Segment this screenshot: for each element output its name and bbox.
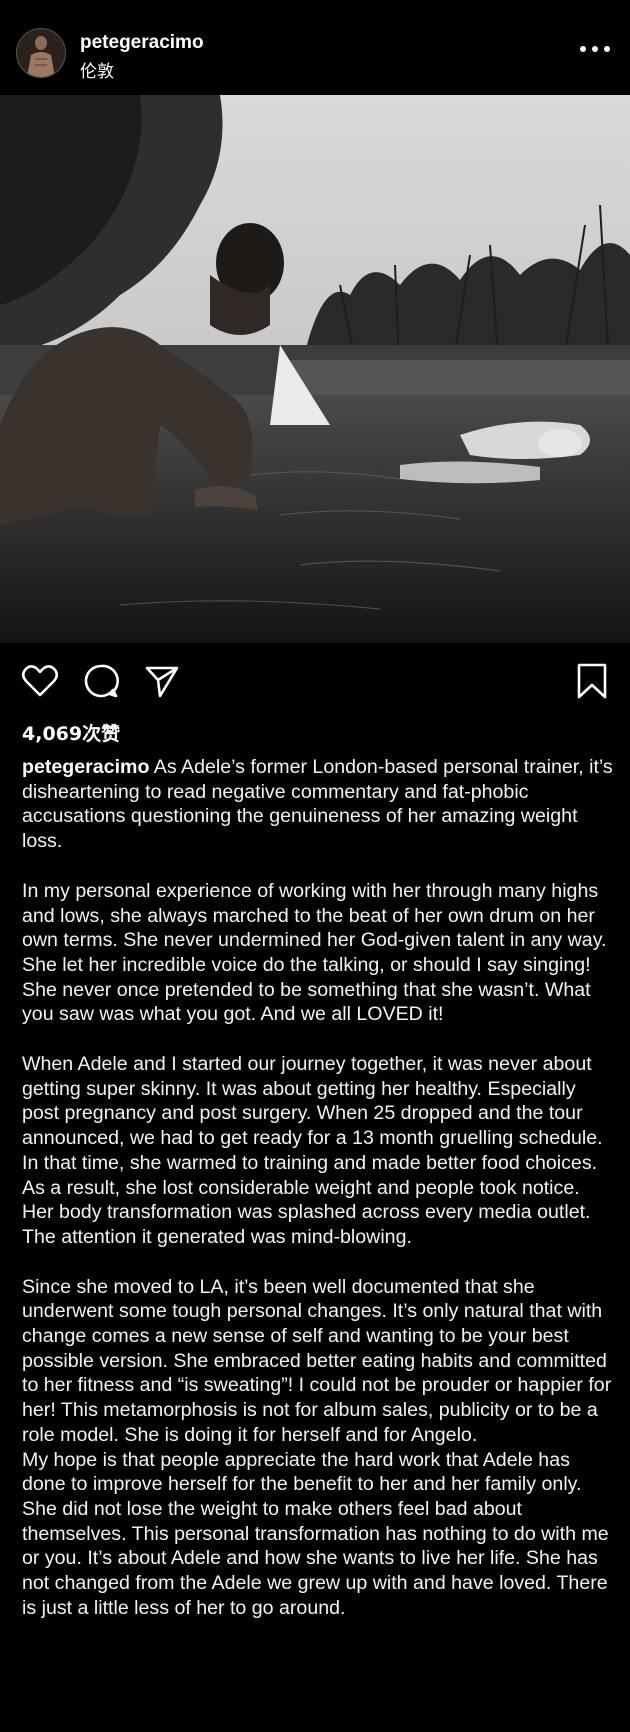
avatar[interactable] — [16, 28, 66, 78]
caption-paragraph-3: When Adele and I started our journey tog… — [22, 1053, 603, 1248]
like-count[interactable]: 4,069次赞 — [22, 719, 120, 746]
caption-paragraph-2: In my personal experience of working wit… — [22, 879, 607, 1026]
caption-paragraph-4: Since she moved to LA, it’s been well do… — [22, 1275, 612, 1446]
post-author-username[interactable]: petegeracimo — [80, 32, 204, 54]
caption-paragraph-1: petegeracimo As Adele’s former London-ba… — [22, 755, 614, 854]
caption-paragraph-5: My hope is that people appreciate the ha… — [22, 1448, 609, 1619]
post-actions — [0, 643, 630, 713]
heart-icon[interactable] — [20, 661, 60, 701]
post-photo[interactable] — [0, 95, 630, 643]
post-caption: petegeracimo As Adele’s former London-ba… — [22, 755, 614, 1621]
more-horizontal-icon[interactable] — [580, 43, 610, 55]
caption-username[interactable]: petegeracimo — [22, 756, 149, 778]
comment-icon[interactable] — [81, 661, 121, 701]
post-header: petegeracimo 伦敦 — [0, 0, 630, 95]
bookmark-icon[interactable] — [572, 661, 612, 701]
send-icon[interactable] — [142, 661, 182, 701]
post-location[interactable]: 伦敦 — [80, 57, 114, 82]
